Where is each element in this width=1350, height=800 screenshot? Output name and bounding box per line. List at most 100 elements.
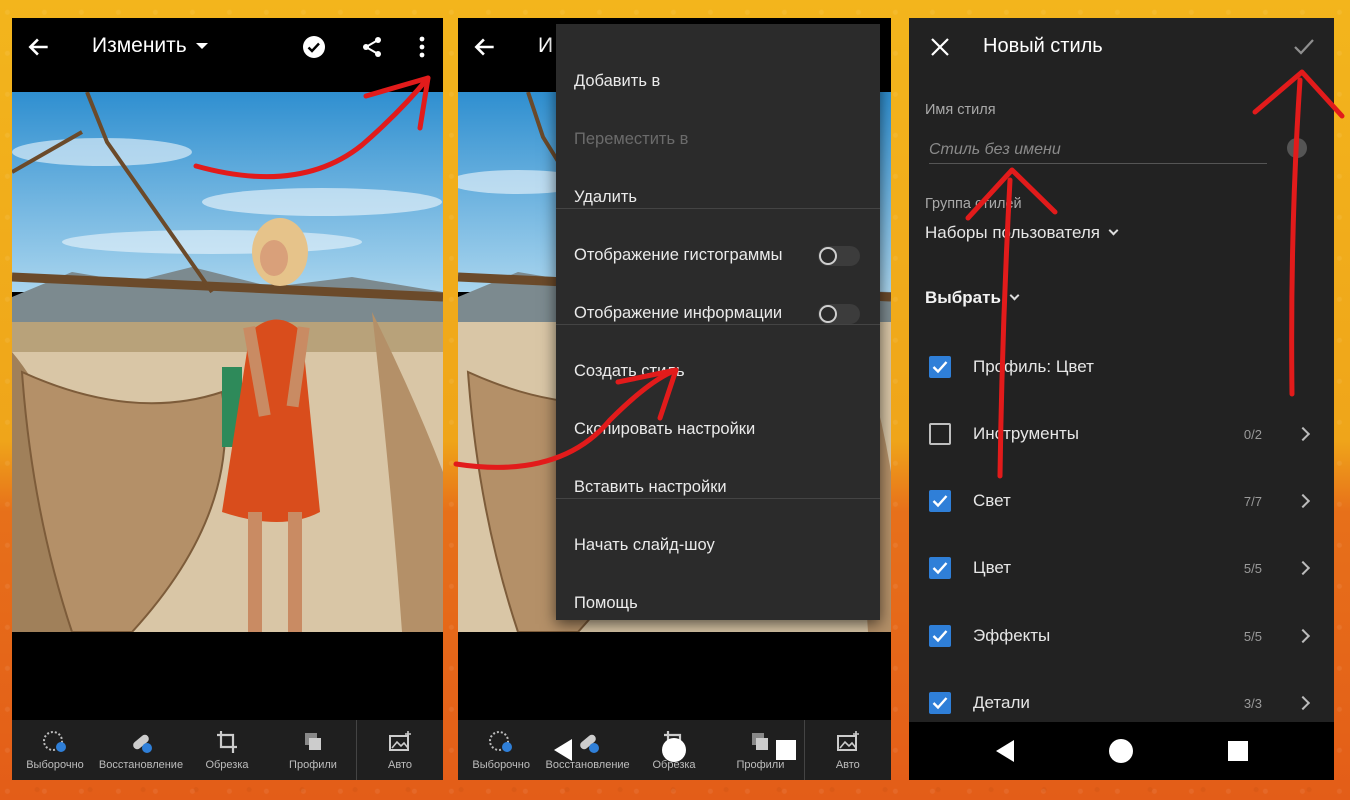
menu-item-label: Отображение информации [574,303,783,322]
row-count: 7/7 [1243,494,1262,509]
checkmark-icon [932,495,948,508]
menu-divider [556,324,880,325]
checkmark-icon [932,562,948,575]
histogram-toggle[interactable] [818,246,860,266]
setting-row-light[interactable]: Свет 7/7 [909,468,1334,535]
row-count: 5/5 [1243,561,1262,576]
crop-icon [217,731,237,753]
nav-back-icon[interactable] [553,739,572,761]
confirm-check-icon[interactable] [1292,36,1316,58]
menu-item-label: Отображение гистограммы [574,245,783,264]
nav-recents-icon[interactable] [775,740,796,760]
menu-item-delete[interactable]: Удалить [556,168,880,226]
checkbox-checked[interactable] [929,625,951,647]
row-label: Детали [973,693,1030,712]
edit-toolbar: Выборочно Восстановление Обрезка Профили… [12,720,443,780]
tool-label: Профили [289,759,337,771]
page-title: Изменить [92,34,187,57]
select-label: Выбрать [925,288,1001,307]
toggle-knob [819,305,837,323]
tool-label: Восстановление [98,759,184,771]
chevron-right-icon[interactable] [1295,493,1311,509]
dialog-title: Новый стиль [983,35,1103,57]
tool-profiles[interactable]: Профили [270,720,356,780]
menu-item-add-to[interactable]: Добавить в [556,52,880,110]
row-label: Цвет [973,558,1012,577]
chevron-down-icon [1108,225,1119,236]
chevron-right-icon[interactable] [1295,426,1311,442]
tool-healing[interactable]: Восстановление [98,720,184,780]
menu-item-move-to: Переместить в [556,110,880,168]
menu-item-show-histogram[interactable]: Отображение гистограммы [556,226,880,284]
menu-item-label: Начать слайд-шоу [574,535,715,554]
edited-photo [12,92,443,632]
close-icon[interactable] [929,36,951,58]
chevron-right-icon[interactable] [1295,628,1311,644]
top-app-bar: Изменить [12,18,443,92]
row-label: Профиль: Цвет [973,357,1094,376]
overflow-menu: Добавить в Переместить в Удалить Отображ… [556,24,880,620]
menu-item-label: Добавить в [574,71,661,90]
menu-item-help[interactable]: Помощь [556,574,880,632]
back-arrow-icon[interactable] [26,34,52,60]
info-toggle[interactable] [818,304,860,324]
checkbox-unchecked[interactable] [929,423,951,445]
style-name-label: Имя стиля [925,102,996,118]
tool-auto[interactable]: Авто [356,720,443,780]
row-label: Эффекты [973,626,1051,645]
tool-label: Выборочно [26,759,84,771]
back-arrow-icon[interactable] [472,34,498,60]
nav-home-icon[interactable] [1108,739,1133,763]
checkbox-checked[interactable] [929,356,951,378]
setting-row-tools[interactable]: Инструменты 0/2 [909,401,1334,468]
setting-row-color[interactable]: Цвет 5/5 [909,535,1334,602]
checkbox-checked[interactable] [929,557,951,579]
setting-row-effects[interactable]: Эффекты 5/5 [909,603,1334,670]
nav-home-icon[interactable] [661,738,686,762]
toggle-knob [819,247,837,265]
style-group-value: Наборы пользователя [925,223,1100,242]
profiles-icon [305,733,321,750]
dialog-header: Новый стиль [909,18,1334,76]
row-count: 5/5 [1243,629,1262,644]
checkmark-icon [932,697,948,710]
checkmark-icon [932,630,948,643]
clear-input-icon[interactable] [1287,138,1307,158]
system-navigation-bar [458,720,891,780]
style-group-dropdown[interactable]: Наборы пользователя [925,223,1119,243]
share-icon[interactable] [360,35,384,59]
tool-selective[interactable]: Выборочно [12,720,98,780]
row-count: 0/2 [1243,427,1262,442]
style-name-input[interactable] [929,136,1267,164]
done-check-icon[interactable] [302,35,326,59]
chevron-right-icon[interactable] [1295,695,1311,711]
row-label: Свет [973,491,1011,510]
menu-item-label: Переместить в [574,129,689,148]
menu-item-label: Скопировать настройки [574,419,756,438]
menu-item-create-style[interactable]: Создать стиль [556,342,880,400]
checkbox-checked[interactable] [929,490,951,512]
auto-enhance-icon [389,731,411,751]
checkbox-checked[interactable] [929,692,951,714]
nav-recents-icon[interactable] [1227,741,1248,761]
style-group-label: Группа стилей [925,196,1022,212]
menu-item-slideshow[interactable]: Начать слайд-шоу [556,516,880,574]
tool-crop[interactable]: Обрезка [184,720,270,780]
chevron-right-icon[interactable] [1295,560,1311,576]
menu-item-copy-settings[interactable]: Скопировать настройки [556,400,880,458]
bandage-icon [133,734,152,753]
menu-item-paste-settings[interactable]: Вставить настройки [556,458,880,516]
select-dropdown[interactable]: Выбрать [925,288,1020,308]
menu-item-label: Вставить настройки [574,477,727,496]
row-count: 3/3 [1243,696,1262,711]
setting-row-profile[interactable]: Профиль: Цвет [909,334,1334,401]
phone-screen-edit: Изменить Выборочно Восстановление Обрезк… [12,18,443,780]
selective-brush-icon [43,731,66,752]
nav-back-icon[interactable] [995,740,1014,762]
row-label: Инструменты [973,424,1080,443]
tool-label: Авто [388,759,412,771]
menu-item-label: Удалить [574,187,637,206]
more-options-icon[interactable] [410,35,434,59]
menu-item-show-info[interactable]: Отображение информации [556,284,880,342]
edit-mode-dropdown[interactable]: Изменить [92,34,208,58]
